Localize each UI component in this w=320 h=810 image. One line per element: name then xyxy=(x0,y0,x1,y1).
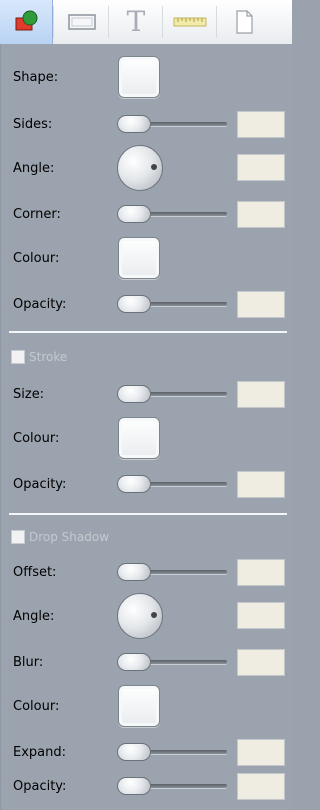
shape-row: Shape: xyxy=(1,54,293,100)
shadow-offset-value[interactable] xyxy=(237,559,285,586)
page-icon xyxy=(236,10,253,34)
stroke-checkbox[interactable] xyxy=(11,350,25,364)
stroke-checkbox-label: Stroke xyxy=(29,350,68,364)
tab-shape[interactable] xyxy=(0,0,53,44)
stroke-opacity-value[interactable] xyxy=(237,471,285,498)
slider-thumb[interactable] xyxy=(117,743,151,761)
sides-slider[interactable] xyxy=(117,115,227,133)
corner-value[interactable] xyxy=(237,201,285,228)
shadow-offset-row: Offset: xyxy=(1,552,293,592)
tab-text[interactable]: T xyxy=(110,0,162,44)
shadow-colour-label: Colour: xyxy=(13,698,60,714)
text-icon: T xyxy=(126,5,146,38)
stroke-size-label: Size: xyxy=(13,386,45,402)
slider-thumb[interactable] xyxy=(117,385,151,403)
rectangle-icon xyxy=(68,14,96,30)
fill-colour-swatch[interactable] xyxy=(118,237,160,279)
shadow-opacity-label: Opacity: xyxy=(13,778,67,794)
shadow-offset-label: Offset: xyxy=(13,564,57,580)
section-divider xyxy=(9,513,287,515)
sides-label: Sides: xyxy=(13,116,53,132)
shadow-colour-row: Colour: xyxy=(1,682,293,730)
corner-slider[interactable] xyxy=(117,205,227,223)
sides-row: Sides: xyxy=(1,104,293,144)
shadow-angle-label: Angle: xyxy=(13,608,55,624)
opacity-slider[interactable] xyxy=(117,295,227,313)
shape-label: Shape: xyxy=(13,69,59,85)
stroke-opacity-slider[interactable] xyxy=(117,475,227,493)
section-divider xyxy=(9,331,287,333)
opacity-row: Opacity: xyxy=(1,284,293,324)
shadow-blur-value[interactable] xyxy=(237,649,285,676)
opacity-label: Opacity: xyxy=(13,296,67,312)
slider-thumb[interactable] xyxy=(117,115,151,133)
stroke-colour-swatch[interactable] xyxy=(118,417,160,459)
dial-knob xyxy=(151,612,157,618)
shadow-blur-label: Blur: xyxy=(13,654,44,670)
tab-textbox[interactable] xyxy=(56,0,108,44)
shadow-angle-row: Angle: xyxy=(1,592,293,640)
shadow-blur-row: Blur: xyxy=(1,642,293,682)
colour-row: Colour: xyxy=(1,234,293,282)
shadow-checkbox[interactable] xyxy=(11,530,25,544)
shadow-blur-slider[interactable] xyxy=(117,653,227,671)
corner-label: Corner: xyxy=(13,206,61,222)
slider-thumb[interactable] xyxy=(117,295,151,313)
slider-thumb[interactable] xyxy=(117,777,151,795)
shape-icon xyxy=(15,10,38,31)
tab-ruler[interactable] xyxy=(164,0,216,44)
slider-thumb[interactable] xyxy=(117,653,151,671)
ruler-icon xyxy=(173,17,207,27)
shadow-checkbox-label: Drop Shadow xyxy=(29,530,110,544)
slider-thumb[interactable] xyxy=(117,563,151,581)
corner-row: Corner: xyxy=(1,194,293,234)
shadow-expand-slider[interactable] xyxy=(117,743,227,761)
angle-label: Angle: xyxy=(13,160,55,176)
properties-panel: Shape: Sides: Angle: Corner: Colour: Opa… xyxy=(0,44,293,810)
angle-value[interactable] xyxy=(237,154,285,181)
shadow-colour-swatch[interactable] xyxy=(118,685,160,727)
stroke-size-value[interactable] xyxy=(237,381,285,408)
shadow-expand-value[interactable] xyxy=(237,739,285,766)
stroke-opacity-row: Opacity: xyxy=(1,464,293,504)
stroke-size-slider[interactable] xyxy=(117,385,227,403)
angle-dial[interactable] xyxy=(117,145,163,191)
shadow-offset-slider[interactable] xyxy=(117,563,227,581)
colour-label: Colour: xyxy=(13,250,60,266)
shadow-opacity-slider[interactable] xyxy=(117,777,227,795)
shadow-angle-dial[interactable] xyxy=(117,593,163,639)
slider-thumb[interactable] xyxy=(117,205,151,223)
shadow-checkbox-row[interactable]: Drop Shadow xyxy=(11,526,109,548)
stroke-size-row: Size: xyxy=(1,374,293,414)
sides-value[interactable] xyxy=(237,111,285,138)
stroke-colour-label: Colour: xyxy=(13,430,60,446)
stroke-colour-row: Colour: xyxy=(1,414,293,462)
tab-bar: T xyxy=(0,0,292,45)
opacity-value[interactable] xyxy=(237,291,285,318)
shadow-angle-value[interactable] xyxy=(237,602,285,629)
slider-thumb[interactable] xyxy=(117,475,151,493)
dial-knob xyxy=(151,164,157,170)
stroke-opacity-label: Opacity: xyxy=(13,476,67,492)
tab-page[interactable] xyxy=(218,0,270,44)
stroke-checkbox-row[interactable]: Stroke xyxy=(11,346,67,368)
shadow-opacity-value[interactable] xyxy=(237,773,285,800)
angle-row: Angle: xyxy=(1,144,293,192)
shadow-opacity-row: Opacity: xyxy=(1,766,293,806)
shape-picker[interactable] xyxy=(118,56,160,98)
